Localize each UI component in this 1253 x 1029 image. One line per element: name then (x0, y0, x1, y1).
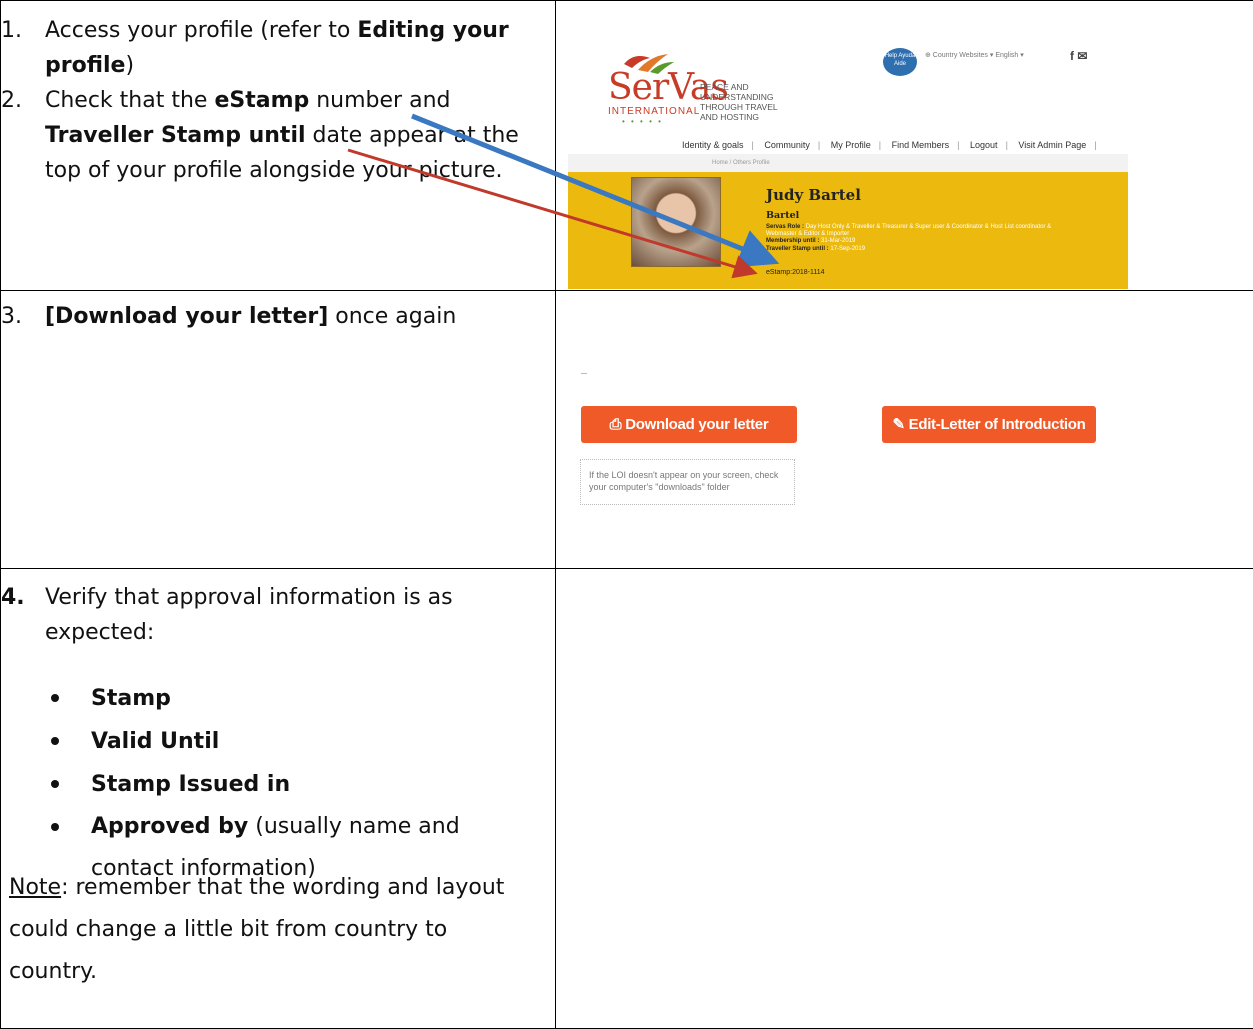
breadcrumb: Home / Others Profile (568, 154, 1128, 172)
edit-letter-button[interactable]: ✎ Edit-Letter of Introduction (882, 406, 1096, 443)
logo-dots: • • • • • (622, 117, 663, 126)
help-badge-icon[interactable]: Help Ayuda Aide (883, 48, 917, 76)
tagline: PEACE AND UNDERSTANDING THROUGH TRAVEL A… (700, 82, 778, 122)
step-2: 2. Check that the eStamp number and Trav… (1, 83, 525, 188)
step-number: 2. (1, 88, 22, 113)
social-icons[interactable]: f ✉ (1070, 49, 1087, 63)
step-3: 3. [Download your letter] once again (1, 299, 525, 334)
profile-lastname: Bartel (766, 210, 800, 221)
row3-left: 4. Verify that approval information is a… (0, 568, 556, 1029)
step-1: 1. Access your profile (refer to Editing… (1, 13, 525, 83)
nav-logout[interactable]: Logout (970, 140, 998, 150)
row3-right (555, 568, 1253, 1029)
profile-screenshot: SerVas INTERNATIONAL • • • • • PEACE AND… (568, 34, 1128, 289)
list-item: Stamp (51, 677, 491, 720)
divider (581, 373, 587, 374)
estamp-number: eStamp:2018-1114 (766, 269, 825, 276)
list-item: Valid Until (51, 720, 491, 763)
step-number: 4. (1, 585, 25, 610)
nav-visit-admin[interactable]: Visit Admin Page (1018, 140, 1086, 150)
approval-list: Stamp Valid Until Stamp Issued in Approv… (51, 677, 491, 890)
note: Note: remember that the wording and layo… (9, 875, 505, 984)
main-nav: Identity & goals | Community | My Profile |… (682, 140, 1097, 150)
download-letter-button[interactable]: ⎙ Download your letter (581, 406, 797, 443)
row2-left: 3. [Download your letter] once again (0, 290, 556, 569)
step-number: 3. (1, 304, 22, 329)
profile-name: Judy Bartel (766, 186, 861, 204)
profile-photo (631, 177, 721, 267)
profile-details: Servas Role : Day Host Only & Traveller … (766, 224, 1052, 252)
step-4: 4. Verify that approval information is a… (1, 580, 525, 650)
nav-community[interactable]: Community (764, 140, 810, 150)
servas-logo-subtitle: INTERNATIONAL (608, 106, 701, 117)
profile-banner: Judy Bartel Bartel Servas Role : Day Hos… (568, 172, 1128, 289)
country-language-links[interactable]: ⊕ Country Websites ▾ English ▾ (925, 51, 1024, 59)
nav-identity-goals[interactable]: Identity & goals (682, 140, 744, 150)
downloads-hint: If the LOI doesn't appear on your screen… (580, 459, 795, 505)
step-number: 1. (1, 18, 22, 43)
note-label: Note (9, 875, 62, 900)
row1-left: 1. Access your profile (refer to Editing… (0, 0, 556, 291)
nav-find-members[interactable]: Find Members (892, 140, 950, 150)
list-item: Stamp Issued in (51, 763, 491, 806)
nav-my-profile[interactable]: My Profile (831, 140, 871, 150)
